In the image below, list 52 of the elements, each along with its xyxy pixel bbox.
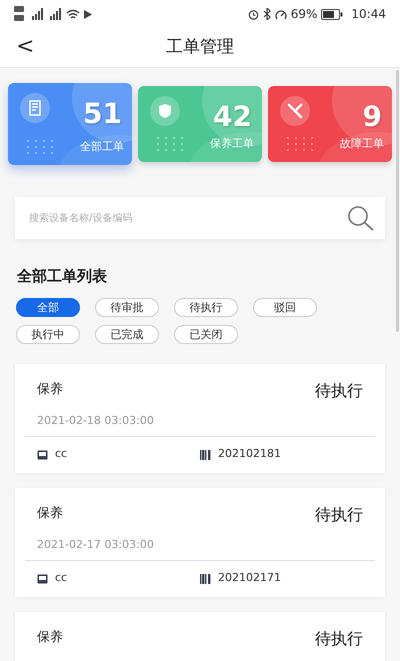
stat-label: 保养工单: [210, 136, 254, 152]
order-time: 2021-02-18 03:03:00: [37, 412, 155, 428]
device-icon: [37, 574, 48, 584]
page-title: 工单管理: [166, 36, 234, 59]
order-card[interactable]: 保养 待执行: [15, 612, 385, 661]
document-icon: [20, 93, 50, 123]
order-status: 待执行: [315, 504, 363, 526]
device-icon: [37, 450, 48, 460]
order-status: 待执行: [315, 628, 363, 650]
stat-label: 故障工单: [340, 136, 384, 152]
filter-chip[interactable]: 执行中: [16, 324, 80, 344]
barcode-icon: [200, 450, 211, 460]
clock: 10:44: [351, 6, 386, 23]
order-type: 保养: [37, 628, 63, 646]
speedometer-icon: [274, 8, 287, 20]
filter-chip[interactable]: 待审批: [95, 298, 159, 316]
order-card[interactable]: 保养 待执行 2021-02-17 03:03:00 cc 202102171: [15, 488, 385, 596]
dot-grid-icon: [156, 136, 184, 152]
filter-chip[interactable]: 待执行: [174, 298, 238, 316]
stat-label: 全部工单: [80, 138, 124, 154]
order-card[interactable]: 保养 待执行 2021-02-18 03:03:00 cc 202102181: [15, 364, 385, 472]
barcode-icon: [200, 574, 211, 584]
shield-icon: [150, 96, 180, 126]
bluetooth-icon: [262, 8, 271, 20]
dot-grid-icon: [286, 136, 314, 152]
alarm-icon: [248, 8, 259, 20]
play-icon: [84, 10, 92, 18]
dot-grid-icon: [26, 139, 54, 155]
order-type: 保养: [37, 380, 63, 398]
filter-chip[interactable]: 已完成: [95, 324, 159, 344]
device-name: cc: [55, 570, 68, 586]
signal-icon: [48, 8, 62, 20]
filter-chip[interactable]: 全部: [16, 298, 80, 316]
stat-count: 42: [213, 99, 252, 135]
order-code: 202102181: [218, 446, 281, 462]
order-code: 202102171: [218, 570, 281, 586]
stat-count: 51: [83, 96, 122, 132]
search-icon[interactable]: [347, 205, 375, 231]
back-button[interactable]: <: [10, 32, 40, 62]
device-name: cc: [55, 446, 68, 462]
order-time: 2021-02-17 03:03:00: [37, 536, 155, 552]
stat-count: 9: [362, 99, 382, 135]
signal-icon: [30, 8, 44, 20]
wifi-icon: [66, 8, 80, 20]
battery-percent: 69%: [290, 6, 318, 23]
search-field[interactable]: 搜索设备名称/设备编码: [15, 197, 385, 239]
section-title: 全部工单列表: [17, 266, 108, 287]
battery-icon: [321, 8, 344, 20]
order-type: 保养: [37, 504, 63, 522]
filter-chip[interactable]: 已关闭: [174, 324, 238, 344]
order-status: 待执行: [315, 380, 363, 402]
filter-chip[interactable]: 驳回: [253, 298, 317, 316]
